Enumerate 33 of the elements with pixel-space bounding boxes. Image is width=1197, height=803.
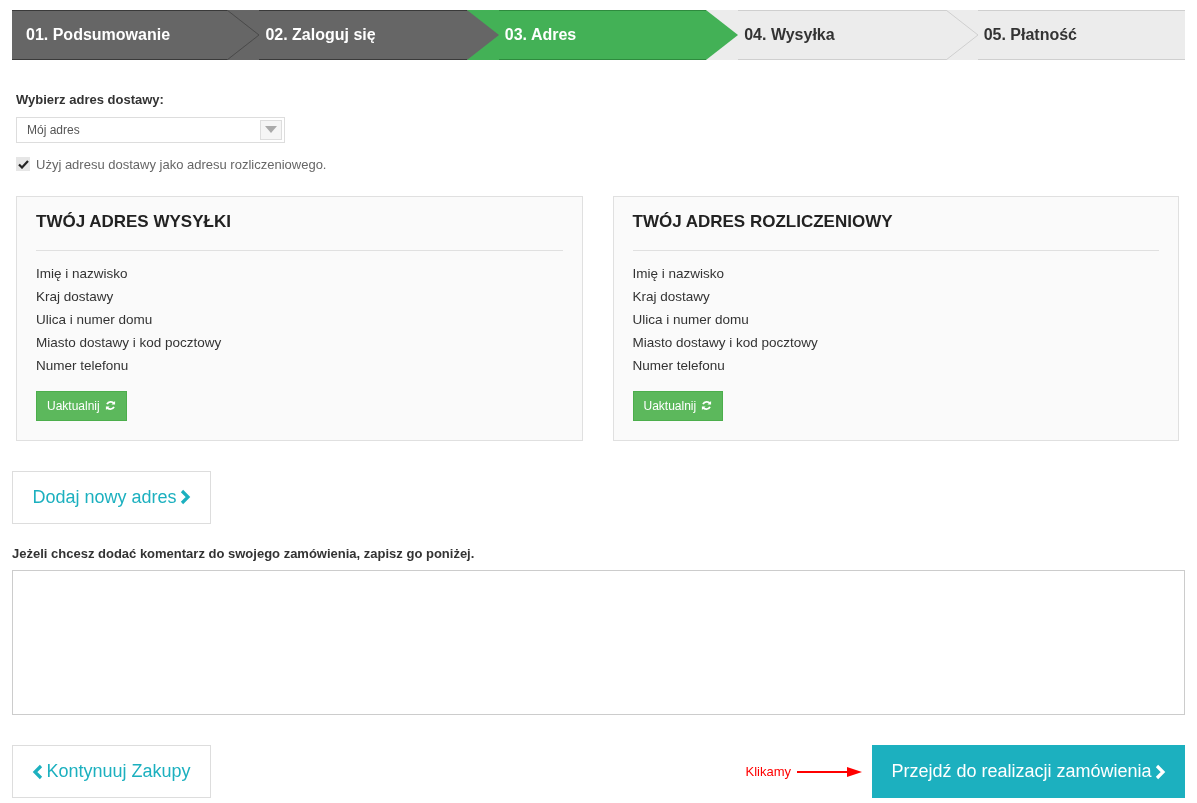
address-line: Kraj dostawy bbox=[632, 287, 711, 306]
address-line: Miasto dostawy i kod pocztowy bbox=[632, 333, 819, 352]
address-line: Kraj dostawy bbox=[36, 287, 115, 306]
chevron-right-icon bbox=[1154, 763, 1166, 780]
address-dropdown[interactable]: Mój adres bbox=[16, 116, 285, 143]
field-label: Wybierz adres dostawy: bbox=[16, 91, 165, 109]
refresh-icon bbox=[104, 400, 116, 411]
checkbox-label: Użyj adresu dostawy jako adresu rozliczeniowego. bbox=[36, 155, 327, 174]
checkout-step[interactable]: 05. Płatność bbox=[977, 10, 1186, 60]
arrow-icon bbox=[797, 766, 862, 777]
address-line: Ulica i numer domu bbox=[632, 310, 750, 329]
comment-field[interactable] bbox=[12, 570, 1185, 715]
annotation-text: Klikamy bbox=[745, 762, 791, 781]
checkout-step[interactable]: 04. Wysyłka bbox=[738, 10, 946, 60]
checkbox[interactable] bbox=[16, 157, 30, 172]
address-line: Imię i nazwisko bbox=[36, 264, 129, 283]
address-line: Ulica i numer domu bbox=[36, 310, 154, 329]
card-title: TWÓJ ADRES WYSYŁKI bbox=[36, 209, 563, 251]
address-line: Miasto dostawy i kod pocztowy bbox=[36, 333, 223, 352]
update-button[interactable]: Uaktualnij bbox=[632, 390, 724, 421]
checkout-button[interactable]: Przejdź do realizacji zamówienia bbox=[872, 745, 1185, 798]
card-title: TWÓJ ADRES ROZLICZENIOWY bbox=[632, 209, 1159, 251]
chevron-right-icon bbox=[179, 489, 191, 505]
add-address-button[interactable]: Dodaj nowy adres bbox=[12, 470, 211, 524]
address-line: Numer telefonu bbox=[632, 356, 726, 375]
checkout-step[interactable]: 01. Podsumowanie bbox=[12, 10, 228, 60]
address-line: Numer telefonu bbox=[36, 356, 130, 375]
chevron-left-icon bbox=[32, 763, 44, 780]
refresh-icon bbox=[701, 400, 713, 411]
update-button[interactable]: Uaktualnij bbox=[36, 390, 127, 421]
address-line: Imię i nazwisko bbox=[632, 264, 726, 283]
comment-label: Jeżeli chcesz dodać komentarz do swojego zamówienia, zapisz go poniżej. bbox=[12, 544, 476, 563]
continue-shopping-button[interactable]: Kontynuuj Zakupy bbox=[12, 745, 211, 798]
